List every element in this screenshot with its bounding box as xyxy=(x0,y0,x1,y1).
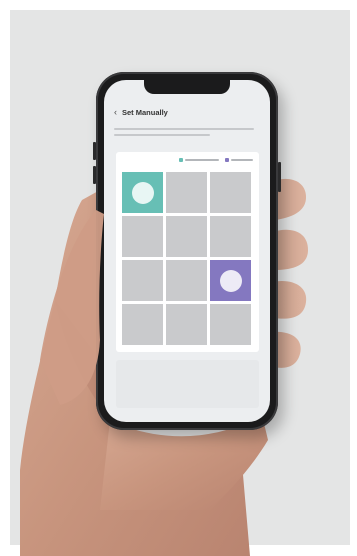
grid-cell[interactable] xyxy=(210,216,251,257)
grid-cell[interactable] xyxy=(122,216,163,257)
smartphone: ‹ Set Manually xyxy=(93,72,281,430)
grid-cell[interactable] xyxy=(166,304,207,345)
grid-cell[interactable] xyxy=(166,172,207,213)
power-button xyxy=(278,162,281,192)
chevron-left-icon[interactable]: ‹ xyxy=(114,108,117,117)
grid-cell[interactable] xyxy=(166,260,207,301)
grid-card xyxy=(116,152,259,352)
description-line xyxy=(114,128,254,130)
device-icon xyxy=(131,181,154,204)
grid-cell[interactable] xyxy=(122,260,163,301)
slot-grid xyxy=(122,172,251,345)
notch xyxy=(144,80,230,94)
grid-cell[interactable] xyxy=(210,172,251,213)
grid-cell-selected-teal[interactable] xyxy=(122,172,163,213)
page-title: Set Manually xyxy=(122,108,168,117)
legend-label xyxy=(231,159,253,161)
bottom-area xyxy=(116,360,259,408)
legend-item-purple xyxy=(225,158,253,162)
legend-item-teal xyxy=(179,158,219,162)
legend xyxy=(179,158,253,162)
grid-cell-selected-purple[interactable] xyxy=(210,260,251,301)
legend-label xyxy=(185,159,219,161)
volume-down-button xyxy=(93,166,96,184)
phone-screen: ‹ Set Manually xyxy=(104,80,270,422)
teal-square-icon xyxy=(179,158,183,162)
screen-header: ‹ Set Manually xyxy=(114,108,168,118)
grid-cell[interactable] xyxy=(122,304,163,345)
chat-bubbles-icon xyxy=(219,269,242,292)
volume-up-button xyxy=(93,142,96,160)
description-line xyxy=(114,134,210,136)
grid-cell[interactable] xyxy=(210,304,251,345)
grid-cell[interactable] xyxy=(166,216,207,257)
product-photo: ‹ Set Manually xyxy=(0,0,357,556)
purple-square-icon xyxy=(225,158,229,162)
